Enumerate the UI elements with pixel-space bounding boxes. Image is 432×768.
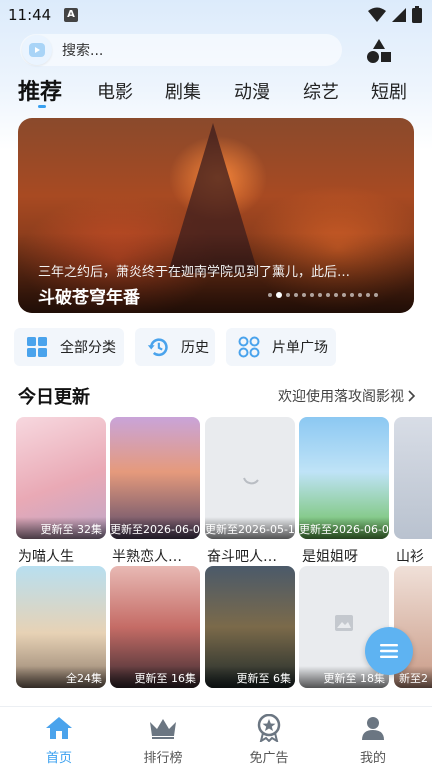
episode-badge: 更新至 16集: [110, 666, 200, 688]
nav-home[interactable]: 首页: [14, 713, 104, 768]
grid-icon: [26, 336, 48, 358]
playlist-icon: [238, 336, 260, 358]
status-icons: [368, 6, 422, 23]
battery-icon: [412, 6, 422, 23]
poster-title[interactable]: 奋斗吧人…: [207, 546, 277, 566]
carousel-dot[interactable]: [334, 293, 338, 297]
all-categories-button[interactable]: 全部分类: [14, 328, 124, 366]
welcome-link[interactable]: 欢迎使用落攻阁影视: [278, 386, 416, 406]
status-bar: 11:44 A: [0, 0, 432, 32]
nav-ad-free-label: 免广告: [249, 751, 289, 766]
history-icon: [147, 336, 169, 358]
category-shapes-icon[interactable]: [366, 38, 392, 64]
home-icon: [14, 713, 104, 743]
episode-badge: 更新至 32集: [16, 517, 106, 539]
poster-card[interactable]: 更新至2026-05-14期: [205, 417, 295, 539]
carousel-dot[interactable]: [350, 293, 354, 297]
history-label: 历史: [181, 340, 209, 356]
tab-recommended[interactable]: 推荐: [18, 74, 62, 106]
carousel-dot[interactable]: [302, 293, 306, 297]
carousel-dot[interactable]: [294, 293, 298, 297]
tab-movies[interactable]: 电影: [97, 78, 133, 104]
history-button[interactable]: 历史: [135, 328, 215, 366]
tab-series[interactable]: 剧集: [165, 78, 201, 104]
poster-title[interactable]: 是姐姐呀: [302, 546, 358, 566]
poster-card[interactable]: 更新至2026-06-02期: [299, 417, 389, 539]
banner-carousel[interactable]: 三年之约后，萧炎终于在迦南学院见到了薰儿，此后… 斗破苍穹年番: [18, 118, 414, 313]
poster-card[interactable]: 更新至 32集: [16, 417, 106, 539]
poster-title[interactable]: 半熟恋人…: [112, 546, 182, 566]
nav-profile[interactable]: 我的: [328, 713, 418, 768]
playlist-square-label: 片单广场: [272, 340, 328, 356]
carousel-dot[interactable]: [276, 292, 282, 298]
carousel-dot[interactable]: [326, 293, 330, 297]
tab-indicator: [38, 105, 46, 108]
carousel-dot[interactable]: [374, 293, 378, 297]
loading-icon: [243, 477, 259, 485]
poster-card[interactable]: 更新至2026-06-02期: [110, 417, 200, 539]
menu-fab-button[interactable]: [365, 627, 413, 675]
crown-icon: [118, 713, 208, 743]
carousel-dot[interactable]: [358, 293, 362, 297]
bottom-navigation: 首页 排行榜 免广告 我的: [0, 706, 432, 768]
wifi-icon: [368, 7, 386, 22]
carousel-indicator: [268, 292, 378, 298]
nav-ranking-label: 排行榜: [143, 751, 183, 766]
banner-description: 三年之约后，萧炎终于在迦南学院见到了薰儿，此后…: [38, 265, 351, 280]
menu-icon: [380, 644, 398, 658]
nav-profile-label: 我的: [359, 751, 386, 766]
carousel-dot[interactable]: [366, 293, 370, 297]
badge-icon: [224, 713, 314, 743]
poster-title[interactable]: 为喵人生: [18, 546, 74, 566]
notification-icon: A: [64, 8, 78, 22]
poster-card[interactable]: [394, 417, 432, 539]
poster-card[interactable]: 更新至 6集: [205, 566, 295, 688]
playlist-square-button[interactable]: 片单广场: [226, 328, 336, 366]
category-tabs: 推荐 电影 剧集 动漫 综艺 短剧: [0, 74, 432, 110]
nav-home-label: 首页: [45, 751, 72, 766]
episode-badge: 更新至 6集: [205, 666, 295, 688]
poster-card[interactable]: 全24集: [16, 566, 106, 688]
tab-short-drama[interactable]: 短剧: [371, 78, 407, 104]
carousel-dot[interactable]: [268, 293, 272, 297]
carousel-dot[interactable]: [342, 293, 346, 297]
banner-title: 斗破苍穹年番: [38, 288, 140, 308]
tab-variety[interactable]: 综艺: [303, 78, 339, 104]
episode-badge: 更新至2026-06-02期: [299, 517, 389, 539]
status-time: 11:44: [8, 6, 52, 24]
carousel-dot[interactable]: [286, 293, 290, 297]
poster-card[interactable]: 更新至 16集: [110, 566, 200, 688]
episode-badge: 全24集: [16, 666, 106, 688]
poster-title[interactable]: 山衫: [396, 546, 432, 566]
today-updates-title: 今日更新: [18, 387, 90, 408]
search-bar[interactable]: 搜索...: [20, 34, 342, 66]
tab-anime[interactable]: 动漫: [234, 78, 270, 104]
search-placeholder: 搜索...: [62, 43, 104, 59]
carousel-dot[interactable]: [318, 293, 322, 297]
user-icon: [328, 713, 418, 743]
carousel-dot[interactable]: [310, 293, 314, 297]
nav-ad-free[interactable]: 免广告: [224, 713, 314, 768]
nav-ranking[interactable]: 排行榜: [118, 713, 208, 768]
episode-badge: 更新至2026-05-14期: [205, 517, 295, 539]
welcome-link-label: 欢迎使用落攻阁影视: [278, 389, 404, 405]
all-categories-label: 全部分类: [60, 340, 116, 356]
app-logo-icon: [22, 35, 52, 65]
chevron-right-icon: [408, 390, 416, 402]
image-placeholder-icon: [335, 615, 353, 631]
episode-badge: 更新至2026-06-02期: [110, 517, 200, 539]
signal-icon: [392, 7, 406, 22]
